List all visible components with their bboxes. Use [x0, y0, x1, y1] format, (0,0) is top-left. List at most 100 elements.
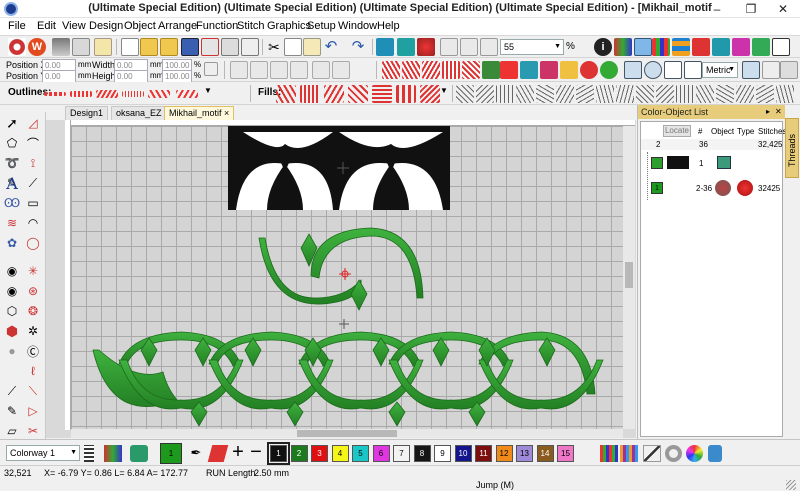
wheel-icon[interactable]: ✲	[24, 322, 42, 340]
no-color-icon[interactable]	[643, 445, 661, 462]
outline-blanket-icon[interactable]	[122, 91, 144, 97]
grid-icon[interactable]	[664, 61, 682, 79]
panel-pin-icon[interactable]: ▸	[766, 107, 770, 116]
info-icon[interactable]: i	[594, 38, 612, 56]
fill-motif-icon[interactable]	[420, 85, 440, 103]
stitch-type-2-icon[interactable]	[402, 61, 420, 79]
badge-tool-icon[interactable]: ✿	[3, 234, 21, 252]
color-swatch-10[interactable]: 10	[454, 445, 472, 462]
outline-run-icon[interactable]	[44, 92, 66, 96]
save-icon[interactable]	[181, 38, 199, 56]
upper-green-motif[interactable]	[258, 227, 424, 311]
resize-grip-icon[interactable]	[786, 480, 796, 490]
polygon-select-icon[interactable]: ⬠	[3, 134, 21, 152]
circle-tool-icon[interactable]: ◯	[24, 234, 42, 252]
add-color-icon[interactable]: +	[230, 442, 246, 463]
stitch-player-icon[interactable]	[376, 38, 394, 56]
color-swatch-15[interactable]: 15	[557, 445, 574, 462]
menu-window[interactable]: Window	[338, 20, 377, 32]
stitch-angle-13-icon[interactable]	[696, 85, 714, 103]
color-swatch-1[interactable]: 1	[267, 442, 290, 465]
ruler-icon[interactable]	[780, 61, 798, 79]
hoop-color-icon[interactable]	[665, 445, 682, 462]
color-swatch-2[interactable]: 2	[290, 445, 308, 462]
tshirt-icon[interactable]	[580, 61, 598, 79]
tab-oksana-ez[interactable]: oksana_EZ	[111, 106, 167, 120]
menu-graphics[interactable]: Graphics	[267, 20, 311, 32]
outline-backstitch-icon[interactable]	[148, 90, 170, 98]
print-icon[interactable]	[221, 38, 239, 56]
summary-row[interactable]: 2 36 32,425	[641, 139, 782, 150]
embroidery-connect-icon[interactable]	[72, 38, 90, 56]
locate-button[interactable]: Locate	[663, 125, 691, 137]
menu-object[interactable]: Object	[124, 20, 156, 32]
stitch-type-5-icon[interactable]	[462, 61, 480, 79]
align-icon[interactable]	[312, 61, 330, 79]
menu-design[interactable]: Design	[89, 20, 123, 32]
tab-close-icon[interactable]: ×	[224, 108, 229, 118]
color-swatch-14[interactable]: 14	[536, 445, 554, 462]
stitch-angle-8-icon[interactable]	[596, 85, 614, 103]
color-swatch-6[interactable]: 6	[372, 445, 390, 462]
rotate-right-icon[interactable]	[290, 61, 308, 79]
undo-icon[interactable]: ↶	[322, 38, 340, 56]
current-color-slot[interactable]: 1	[160, 443, 182, 464]
copy-icon[interactable]	[284, 38, 302, 56]
list-item[interactable]: 1	[641, 152, 782, 176]
thread-list-icon[interactable]	[620, 445, 638, 462]
garment-icon[interactable]	[130, 445, 148, 462]
stitch-type-3-icon[interactable]	[422, 61, 440, 79]
ellipse-icon[interactable]	[644, 61, 662, 79]
stitch-line-icon[interactable]: ⟍	[24, 382, 42, 400]
sphere-icon[interactable]: ●	[3, 342, 21, 360]
zoom-out-icon[interactable]	[480, 38, 498, 56]
horizontal-scrollbar[interactable]	[71, 429, 623, 438]
eyedropper-icon[interactable]: ✒	[188, 445, 204, 462]
barcode-icon[interactable]	[772, 38, 790, 56]
fullscreen-icon[interactable]	[762, 61, 780, 79]
stitch-angle-14-icon[interactable]	[716, 85, 734, 103]
outline-satin-icon[interactable]	[96, 90, 118, 98]
stitch-type-1-icon[interactable]	[382, 61, 400, 79]
wreath-icon[interactable]: ❂	[24, 302, 42, 320]
units-dropdown[interactable]: Metric ▼	[702, 62, 738, 78]
lettering-icon[interactable]: A	[3, 174, 21, 193]
minimize-button[interactable]: –	[700, 0, 734, 18]
outline-triple-icon[interactable]	[70, 91, 92, 97]
measure-icon[interactable]	[742, 61, 760, 79]
open-design-icon[interactable]	[160, 38, 178, 56]
rectangle-tool-icon[interactable]: ▭	[24, 194, 42, 212]
appliqué-icon[interactable]	[540, 61, 558, 79]
color-swatch-7[interactable]: 7	[393, 445, 410, 462]
menu-edit[interactable]: Edit	[37, 20, 56, 32]
motif-icon[interactable]	[520, 61, 538, 79]
stitch-angle-11-icon[interactable]	[656, 85, 674, 103]
flip-horizontal-icon[interactable]	[230, 61, 248, 79]
flip-vertical-icon[interactable]	[250, 61, 268, 79]
stitch-angle-10-icon[interactable]	[636, 85, 654, 103]
arc-tool-icon[interactable]: ◠	[24, 214, 42, 232]
knife-icon[interactable]: ⟋	[3, 382, 21, 400]
print-preview-icon[interactable]	[241, 38, 259, 56]
pencil-icon[interactable]: ✎	[3, 402, 21, 420]
stitch-angle-12-icon[interactable]	[676, 85, 694, 103]
fill-program-split-icon[interactable]	[372, 85, 392, 103]
thread-spool-icon[interactable]	[708, 445, 722, 462]
stitch-angle-17-icon[interactable]	[776, 85, 794, 103]
monogram-icon[interactable]: Ꙭ	[3, 194, 21, 212]
fill-cross-icon[interactable]	[348, 85, 368, 103]
select-arrow-icon[interactable]: ➚	[3, 114, 21, 132]
color-wheel-icon[interactable]	[686, 445, 703, 462]
tab-mikhail-motif[interactable]: Mikhail_motif ×	[164, 106, 235, 120]
stitch-angle-1-icon[interactable]	[456, 85, 474, 103]
color-swatch-4[interactable]: 4	[331, 445, 349, 462]
tab-design1[interactable]: Design1	[65, 106, 109, 120]
stitch-angle-5-icon[interactable]	[536, 85, 554, 103]
menu-arrange[interactable]: Arrange	[158, 20, 197, 32]
slow-redraw-icon[interactable]	[397, 38, 415, 56]
hoop-icon[interactable]	[692, 38, 710, 56]
fill-tatami-icon[interactable]	[276, 85, 296, 103]
vertical-scroll-thumb[interactable]	[625, 262, 633, 288]
hand-tool-icon[interactable]	[440, 38, 458, 56]
color-swatch-11[interactable]: 11	[475, 445, 492, 462]
